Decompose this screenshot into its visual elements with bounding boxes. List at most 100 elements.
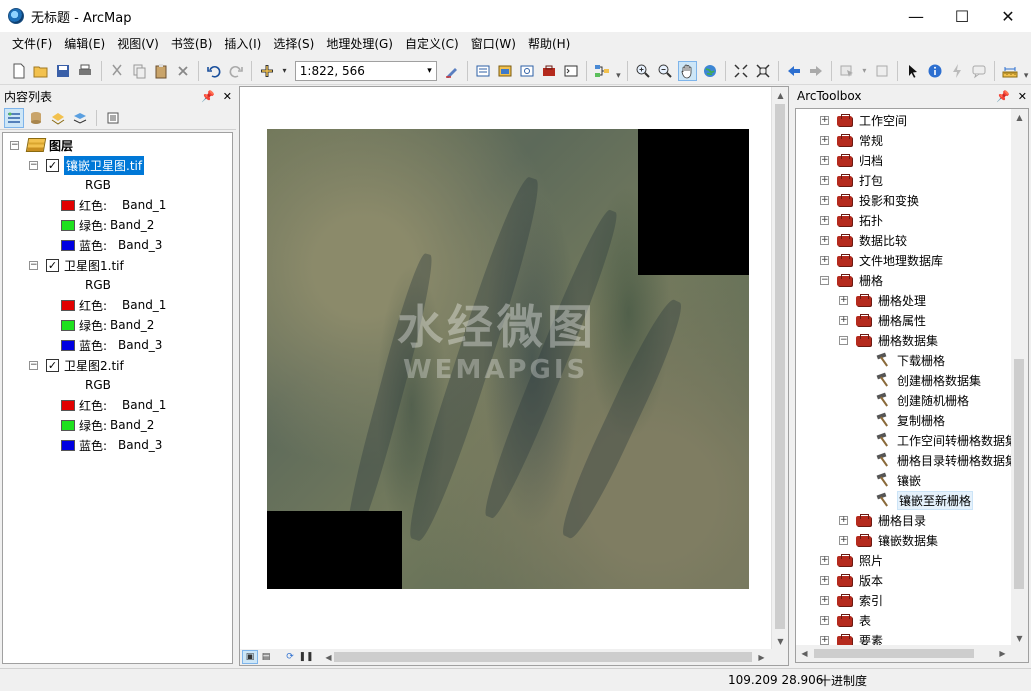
expand-toggle[interactable]: + — [820, 115, 829, 125]
toolbox-toolset-row[interactable]: + 常规 — [820, 130, 883, 150]
fixed-zoom-in-icon[interactable] — [731, 61, 750, 81]
toolbox-toolset-row[interactable]: + 索引 — [820, 590, 883, 610]
expand-toggle[interactable]: + — [839, 515, 848, 525]
expand-toggle[interactable]: + — [820, 235, 829, 245]
minimize-button[interactable]: — — [893, 0, 939, 32]
pan-hand-icon[interactable] — [677, 60, 698, 81]
open-folder-icon[interactable] — [32, 61, 51, 81]
toolbox-tool-row[interactable]: 下载栅格 — [876, 350, 945, 370]
expand-toggle[interactable]: + — [820, 635, 829, 645]
list-by-drawing-order-icon[interactable] — [4, 107, 24, 128]
expand-toggle[interactable]: + — [820, 135, 829, 145]
print-icon[interactable] — [76, 61, 95, 81]
scroll-down-icon[interactable]: ▼ — [772, 633, 789, 650]
hyperlink-lightning-icon[interactable] — [948, 61, 967, 81]
layer-name[interactable]: 卫星图1.tif — [64, 257, 124, 274]
toolbox-vertical-scrollbar[interactable]: ▲ ▼ — [1011, 109, 1028, 647]
toolbox-tool-row[interactable]: 栅格目录转栅格数据集 — [876, 450, 1017, 470]
expand-toggle[interactable]: + — [839, 535, 848, 545]
scroll-right-icon[interactable]: ▶ — [753, 649, 770, 666]
toolbox-tool-row[interactable]: 复制栅格 — [876, 410, 945, 430]
menu-customize[interactable]: 自定义(C) — [399, 33, 465, 55]
toolbox-toolset-row[interactable]: + 表 — [820, 610, 871, 630]
select-features-icon[interactable] — [838, 61, 857, 81]
toolbox-toolset-row[interactable]: − 栅格数据集 — [839, 330, 938, 350]
delete-icon[interactable] — [173, 61, 192, 81]
menu-edit[interactable]: 编辑(E) — [58, 33, 111, 55]
collapse-toggle[interactable]: − — [820, 275, 829, 285]
expand-toggle[interactable]: + — [820, 575, 829, 585]
refresh-icon[interactable]: ⟳ — [282, 650, 298, 664]
layer-visibility-checkbox[interactable]: ✓ — [46, 258, 59, 272]
toolbar-overflow-icon[interactable]: ▾ — [1021, 61, 1031, 81]
arctoolbox-window-icon[interactable] — [540, 61, 559, 81]
toolbox-toolset-row[interactable]: + 数据比较 — [820, 230, 907, 250]
html-popup-icon[interactable] — [970, 61, 989, 81]
menu-geoprocessing[interactable]: 地理处理(G) — [320, 33, 399, 55]
close-icon[interactable]: ✕ — [223, 90, 232, 103]
expand-toggle[interactable]: + — [820, 155, 829, 165]
go-forward-arrow-icon[interactable] — [806, 61, 825, 81]
table-of-contents-icon[interactable] — [473, 61, 492, 81]
toolbox-tool-row[interactable]: 镶嵌至新栅格 — [876, 490, 974, 510]
expand-toggle[interactable]: + — [820, 195, 829, 205]
scroll-up-icon[interactable]: ▲ — [772, 87, 789, 104]
search-window-icon[interactable] — [518, 61, 537, 81]
maximize-button[interactable]: ☐ — [939, 0, 985, 32]
toolbar-overflow-icon[interactable]: ▾ — [614, 61, 624, 81]
toolbox-toolset-row[interactable]: + 工作空间 — [820, 110, 907, 130]
toolbox-toolset-row[interactable]: + 栅格属性 — [839, 310, 926, 330]
toc-root-row[interactable]: − 图层 — [10, 135, 73, 155]
toolbox-horizontal-scrollbar[interactable]: ◀ ▶ — [796, 645, 1028, 662]
toolbox-toolset-row[interactable]: + 归档 — [820, 150, 883, 170]
menu-selection[interactable]: 选择(S) — [267, 33, 320, 55]
scroll-left-icon[interactable]: ◀ — [796, 645, 813, 662]
expand-toggle[interactable]: + — [839, 315, 848, 325]
toolbox-tool-row[interactable]: 创建随机栅格 — [876, 390, 969, 410]
add-data-icon[interactable] — [258, 61, 277, 81]
redo-icon[interactable] — [227, 61, 246, 81]
collapse-toggle[interactable]: − — [29, 360, 38, 370]
scroll-thumb[interactable] — [334, 652, 752, 662]
toolbox-tool-row[interactable]: 创建栅格数据集 — [876, 370, 981, 390]
menu-window[interactable]: 窗口(W) — [465, 33, 522, 55]
map-vertical-scrollbar[interactable]: ▲ ▼ — [771, 87, 788, 650]
mosaic-raster-image[interactable]: 水经微图 WEMAPGIS — [267, 129, 749, 589]
toolbox-toolset-row[interactable]: + 镶嵌数据集 — [839, 530, 938, 550]
toolbox-toolset-row[interactable]: + 文件地理数据库 — [820, 250, 943, 270]
close-icon[interactable]: ✕ — [1018, 90, 1027, 103]
menu-help[interactable]: 帮助(H) — [522, 33, 576, 55]
expand-toggle[interactable]: + — [820, 555, 829, 565]
layer-name[interactable]: 镶嵌卫星图.tif — [64, 155, 145, 175]
catalog-window-icon[interactable] — [495, 61, 514, 81]
data-view-icon[interactable]: ▣ — [242, 650, 258, 664]
menu-file[interactable]: 文件(F) — [6, 33, 58, 55]
python-window-icon[interactable] — [562, 61, 581, 81]
measure-ruler-icon[interactable] — [1001, 61, 1020, 81]
toolbox-toolset-row[interactable]: + 投影和变换 — [820, 190, 919, 210]
map-horizontal-scrollbar[interactable]: ◀ ▶ — [320, 649, 770, 665]
layer-name[interactable]: 卫星图2.tif — [64, 357, 124, 374]
layer-visibility-checkbox[interactable]: ✓ — [46, 358, 59, 372]
go-back-arrow-icon[interactable] — [784, 61, 803, 81]
model-builder-icon[interactable] — [593, 61, 612, 81]
scroll-thumb[interactable] — [775, 104, 785, 629]
toolbox-toolset-row[interactable]: + 拓扑 — [820, 210, 883, 230]
layer-visibility-checkbox[interactable]: ✓ — [46, 158, 59, 172]
toolbox-toolset-row[interactable]: + 打包 — [820, 170, 883, 190]
map-scale-select[interactable]: 1:822, 566 ▾ — [294, 60, 437, 81]
toolbox-toolset-row[interactable]: + 栅格处理 — [839, 290, 926, 310]
expand-toggle[interactable]: + — [839, 295, 848, 305]
paste-icon[interactable] — [151, 61, 170, 81]
fixed-zoom-out-icon[interactable] — [753, 61, 772, 81]
toc-options-icon[interactable] — [103, 108, 123, 128]
layer-row[interactable]: − ✓ 卫星图1.tif — [29, 255, 124, 275]
menu-insert[interactable]: 插入(I) — [218, 33, 267, 55]
layer-row[interactable]: − ✓ 镶嵌卫星图.tif — [29, 155, 145, 175]
save-icon[interactable] — [54, 61, 73, 81]
collapse-toggle[interactable]: − — [29, 160, 38, 170]
toolbox-toolset-row[interactable]: + 照片 — [820, 550, 883, 570]
cut-icon[interactable] — [107, 61, 126, 81]
layer-row[interactable]: − ✓ 卫星图2.tif — [29, 355, 124, 375]
pin-icon[interactable]: 📌 — [201, 90, 215, 103]
